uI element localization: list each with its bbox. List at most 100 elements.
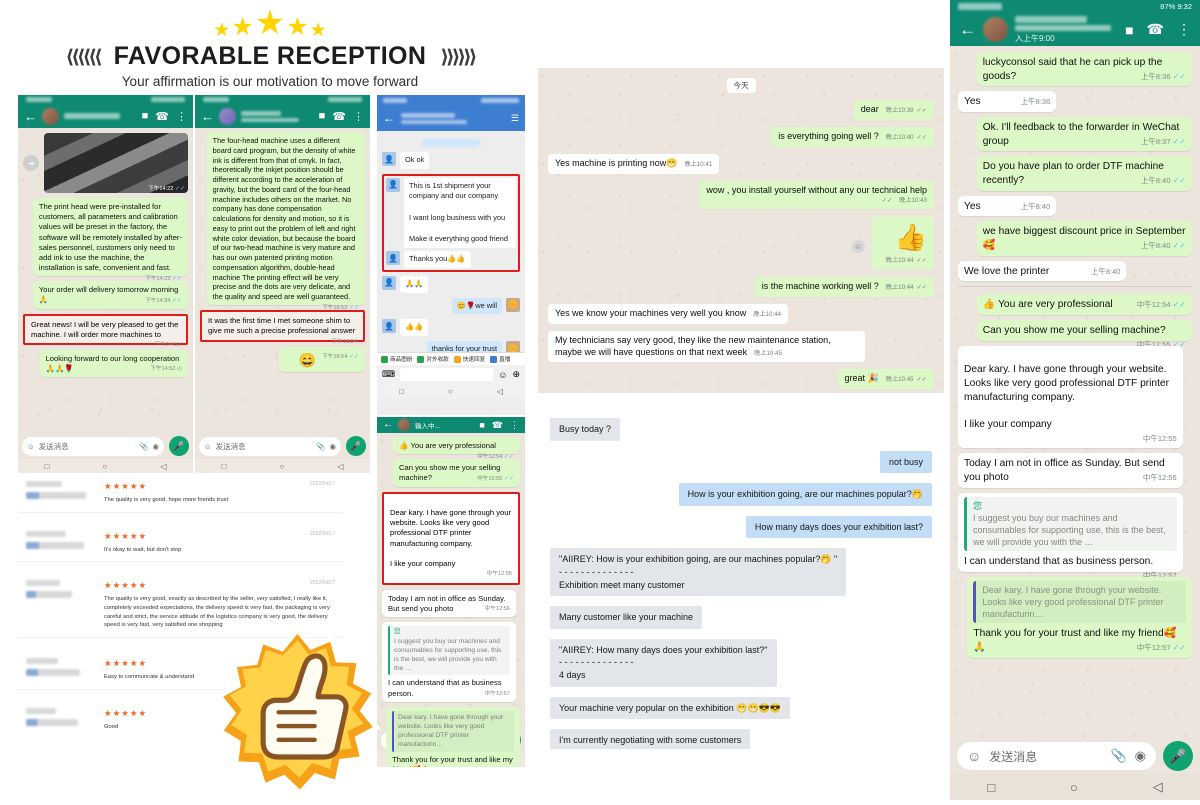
more-options-icon[interactable]: ⋮: [1177, 21, 1191, 38]
message-row: 👤 This is 1st shipment your company and …: [386, 177, 516, 249]
more-options-icon[interactable]: ⋮: [510, 420, 519, 431]
message-bubble: My technicians say very good, they like …: [548, 330, 865, 363]
quoted-message[interactable]: Dear kary. I have gone through your webs…: [973, 580, 1186, 624]
tool-quick-reply[interactable]: 快速回复: [453, 355, 485, 363]
message-list[interactable]: 👍 You are very professional 中午12:54 ✓✓ C…: [377, 433, 525, 767]
message-text: How many days does your exhibition last?: [754, 521, 923, 532]
recents-icon[interactable]: □: [987, 780, 995, 795]
thumbs-up-icon: [215, 625, 381, 797]
video-call-icon[interactable]: ■: [142, 110, 149, 122]
phone-call-icon[interactable]: ☎: [332, 110, 346, 123]
home-icon[interactable]: ○: [102, 462, 107, 471]
chat-panel-wechat: ← ☰ 👤 Ok ok 👤 This is 1st shipment your …: [377, 95, 525, 415]
home-icon[interactable]: ○: [1070, 780, 1078, 795]
attach-icon[interactable]: 📎: [316, 442, 325, 451]
emoji-icon[interactable]: ☺: [967, 748, 981, 764]
message-list[interactable]: ➜ 下午14:22 ✓✓ The print head were pre-ins…: [18, 128, 193, 442]
menu-icon[interactable]: ☰: [511, 113, 519, 124]
message-time: 中午12:56: [1142, 473, 1177, 483]
message-composer[interactable]: ☺ 发送消息 📎 ◉ 🎤: [195, 433, 370, 459]
voice-record-button[interactable]: 🎤: [346, 436, 366, 456]
back-icon[interactable]: ←: [383, 420, 393, 430]
camera-icon[interactable]: ◉: [329, 442, 336, 451]
read-receipt-icon: ✓✓: [174, 186, 185, 192]
voice-record-button[interactable]: 🎤: [169, 436, 189, 456]
phone-call-icon[interactable]: ☎: [1147, 21, 1164, 38]
back-nav-icon[interactable]: ◁: [497, 387, 503, 396]
message-time: 晚上10:41: [684, 160, 713, 168]
message-bubble: dear 晚上10:39 ✓✓: [853, 100, 934, 120]
message-list[interactable]: luckyconsol said that he can pick up the…: [950, 46, 1200, 754]
message-composer[interactable]: ⌨ ☺ ⊕: [377, 365, 525, 384]
quoted-message[interactable]: 您 I suggest you buy our machines and con…: [964, 496, 1177, 552]
status-bar: 87% 9:32: [950, 0, 1200, 13]
home-icon[interactable]: ○: [279, 462, 284, 471]
attach-icon[interactable]: 📎: [1110, 748, 1126, 764]
back-icon[interactable]: ←: [24, 110, 37, 123]
back-icon[interactable]: ←: [383, 111, 395, 125]
message-list[interactable]: 👤 Ok ok 👤 This is 1st shipment your comp…: [377, 131, 525, 352]
read-receipt-icon: ✓✓: [916, 376, 927, 384]
contact-name: [241, 110, 314, 122]
message-text: Thank you for your trust and like my fri…: [392, 754, 513, 767]
emoji-reaction-icon[interactable]: ☺: [851, 239, 865, 253]
recents-icon[interactable]: □: [45, 462, 50, 471]
message-input[interactable]: ☺ 发送消息 📎 ◉: [199, 436, 341, 456]
system-clock: 9:32: [1177, 2, 1192, 11]
message-bubble: not busy: [879, 450, 932, 474]
tool-product-catalog[interactable]: 商品图册: [381, 355, 412, 363]
voice-record-button[interactable]: 🎤: [1163, 741, 1193, 771]
tool-livestream[interactable]: 直播: [490, 355, 510, 363]
message-time: 上午8:36: [1020, 97, 1051, 107]
message-time: 下午14:52: [150, 366, 176, 373]
quoted-message[interactable]: 您 I suggest you buy our machines and con…: [388, 625, 510, 676]
message-list[interactable]: 今天 dear 晚上10:39 ✓✓ is everything going wel…: [538, 68, 944, 393]
message-composer[interactable]: ☺ 发送消息 📎 ◉ 🎤: [18, 433, 193, 459]
video-call-icon[interactable]: ■: [1125, 22, 1133, 38]
home-icon[interactable]: ○: [448, 387, 453, 396]
back-nav-icon[interactable]: ◁: [160, 462, 166, 471]
camera-icon[interactable]: ◉: [152, 442, 159, 451]
camera-icon[interactable]: ◉: [1135, 748, 1146, 764]
avatar: [42, 107, 59, 125]
back-icon[interactable]: ←: [201, 110, 214, 123]
read-receipt-icon: ✓✓: [348, 305, 359, 312]
message-image[interactable]: 下午14:22 ✓✓: [44, 133, 188, 193]
add-icon[interactable]: ⊕: [512, 369, 520, 380]
back-nav-icon[interactable]: ◁: [1153, 779, 1163, 795]
message-input[interactable]: [400, 368, 494, 381]
forward-icon[interactable]: ➜: [23, 155, 39, 171]
message-list[interactable]: The four-head machine uses a different b…: [195, 128, 370, 442]
chat-panel-print-head: ← ■ ☎ ⋮ ➜ 下午14:22 ✓✓ The print head were…: [18, 95, 193, 473]
video-call-icon[interactable]: ■: [479, 420, 484, 430]
phone-call-icon[interactable]: ☎: [492, 420, 503, 431]
tool-label: 直播: [499, 357, 511, 363]
message-bubble: 👍 You are very professional 中午12:54 ✓✓: [976, 294, 1192, 316]
tool-external-payment[interactable]: 对外收款: [417, 355, 449, 363]
recents-icon[interactable]: □: [399, 387, 404, 396]
video-call-icon[interactable]: ■: [319, 110, 326, 122]
message-input[interactable]: ☺ 发送消息 📎 ◉: [957, 742, 1156, 770]
attach-icon[interactable]: 📎: [139, 442, 148, 451]
emoji-icon[interactable]: ☺: [27, 442, 35, 451]
emoji-icon[interactable]: ☺: [498, 370, 507, 380]
message-composer[interactable]: ☺ 发送消息 📎 ◉ 🎤: [950, 738, 1200, 774]
wechat-quick-tools[interactable]: 商品图册 对外收款 快速回复 直播: [377, 352, 525, 365]
message-input[interactable]: ☺ 发送消息 📎 ◉: [22, 436, 164, 456]
quoted-message[interactable]: Dear kary. I have gone through your webs…: [392, 710, 514, 752]
message-text: Thanks you👍👍: [404, 251, 471, 268]
back-nav-icon[interactable]: ◁: [337, 462, 343, 471]
message-text: Today I am not in office as Sunday. But …: [964, 458, 1165, 484]
message-list[interactable]: Busy today ? not busy How is your exhibi…: [538, 404, 944, 749]
message-time: 上午8:37: [1140, 136, 1171, 146]
back-icon[interactable]: ←: [959, 21, 976, 38]
more-options-icon[interactable]: ⋮: [353, 110, 364, 123]
recents-icon[interactable]: □: [222, 462, 227, 471]
more-options-icon[interactable]: ⋮: [176, 110, 187, 123]
message-bubble: Yes we know your machines very well you …: [548, 303, 789, 324]
message-time: 晚上10:44: [885, 283, 914, 291]
message-time: 晚上10:44: [753, 310, 782, 318]
emoji-icon[interactable]: ☺: [204, 442, 212, 451]
phone-call-icon[interactable]: ☎: [155, 110, 169, 123]
voice-input-icon[interactable]: ⌨: [382, 369, 395, 380]
